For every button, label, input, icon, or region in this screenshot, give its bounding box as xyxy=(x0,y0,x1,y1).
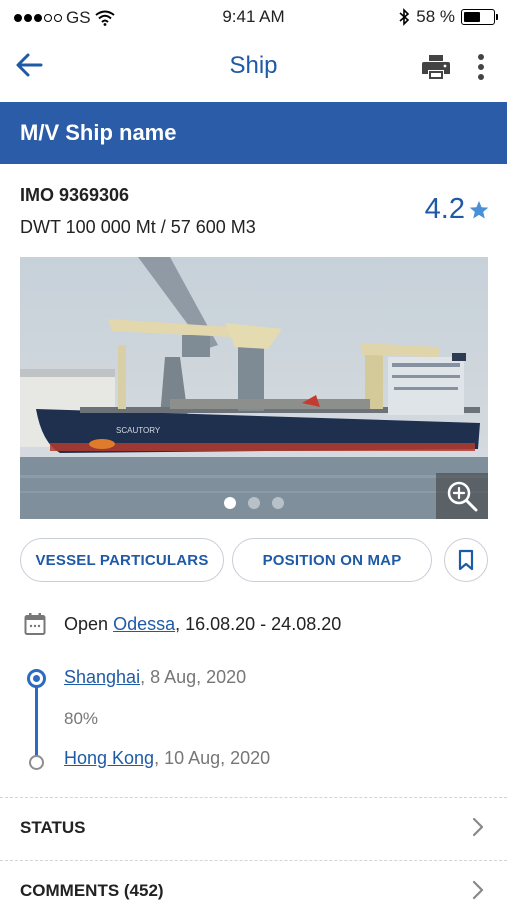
more-vertical-icon xyxy=(478,54,484,80)
open-info: Open Odessa, 16.08.20 - 24.08.20 xyxy=(24,612,341,636)
hull-name-text: SCAUTORY xyxy=(116,426,161,435)
route-line xyxy=(35,683,38,757)
chevron-right-icon xyxy=(472,817,484,837)
battery-level xyxy=(464,12,480,22)
route-destination-marker xyxy=(29,755,44,770)
ship-photo: SCAUTORY xyxy=(20,257,488,519)
route-origin: Shanghai, 8 Aug, 2020 xyxy=(64,667,246,688)
open-dates: , 16.08.20 - 24.08.20 xyxy=(175,613,342,634)
route-progress: 80% xyxy=(64,709,99,728)
zoom-in-icon xyxy=(447,481,478,512)
ship-photo-carousel[interactable]: SCAUTORY xyxy=(20,257,488,519)
rating-value: 4.2 xyxy=(424,193,465,225)
status-right: 58 % xyxy=(398,7,498,27)
calendar-icon xyxy=(24,613,46,635)
more-button[interactable] xyxy=(469,51,493,83)
rating: 4.2 xyxy=(425,193,489,226)
section-comments[interactable]: COMMENTS (452) xyxy=(0,861,507,900)
zoom-button[interactable] xyxy=(436,473,488,519)
destination-date: , 10 Aug, 2020 xyxy=(154,748,271,768)
section-comments-label: COMMENTS (452) xyxy=(20,881,164,900)
star-icon xyxy=(469,200,489,218)
carousel-dots xyxy=(20,497,488,509)
route-destination: Hong Kong, 10 Aug, 2020 xyxy=(64,748,270,769)
bookmark-button[interactable] xyxy=(444,538,488,582)
battery-icon xyxy=(461,9,498,25)
vessel-particulars-button[interactable]: VESSEL PARTICULARS xyxy=(20,538,224,582)
open-prefix: Open xyxy=(64,613,109,634)
imo-number: IMO 9369306 xyxy=(20,185,130,205)
open-text: Open Odessa, 16.08.20 - 24.08.20 xyxy=(64,614,341,635)
destination-port-link[interactable]: Hong Kong xyxy=(64,748,154,768)
bookmark-icon xyxy=(458,549,474,571)
print-button[interactable] xyxy=(421,53,451,81)
battery-percent: 58 % xyxy=(416,7,455,26)
carousel-dot[interactable] xyxy=(248,497,260,509)
position-on-map-button[interactable]: POSITION ON MAP xyxy=(232,538,432,582)
dwt-capacity: DWT 100 000 Mt / 57 600 M3 xyxy=(20,217,256,237)
section-status-label: STATUS xyxy=(20,818,86,837)
origin-port-link[interactable]: Shanghai xyxy=(64,667,140,687)
carousel-dot[interactable] xyxy=(272,497,284,509)
route-origin-marker xyxy=(27,669,46,688)
carousel-dot[interactable] xyxy=(224,497,236,509)
section-status[interactable]: STATUS xyxy=(0,798,507,858)
printer-icon xyxy=(422,55,450,79)
origin-date: , 8 Aug, 2020 xyxy=(140,667,247,687)
status-bar: GS 9:41 AM 58 % xyxy=(0,0,507,34)
ship-name-banner: M/V Ship name xyxy=(0,102,507,164)
ship-name: M/V Ship name xyxy=(20,120,177,145)
bluetooth-icon xyxy=(399,8,410,26)
app-header: Ship xyxy=(0,34,507,100)
chevron-right-icon xyxy=(472,880,484,900)
open-port-link[interactable]: Odessa xyxy=(113,614,175,634)
